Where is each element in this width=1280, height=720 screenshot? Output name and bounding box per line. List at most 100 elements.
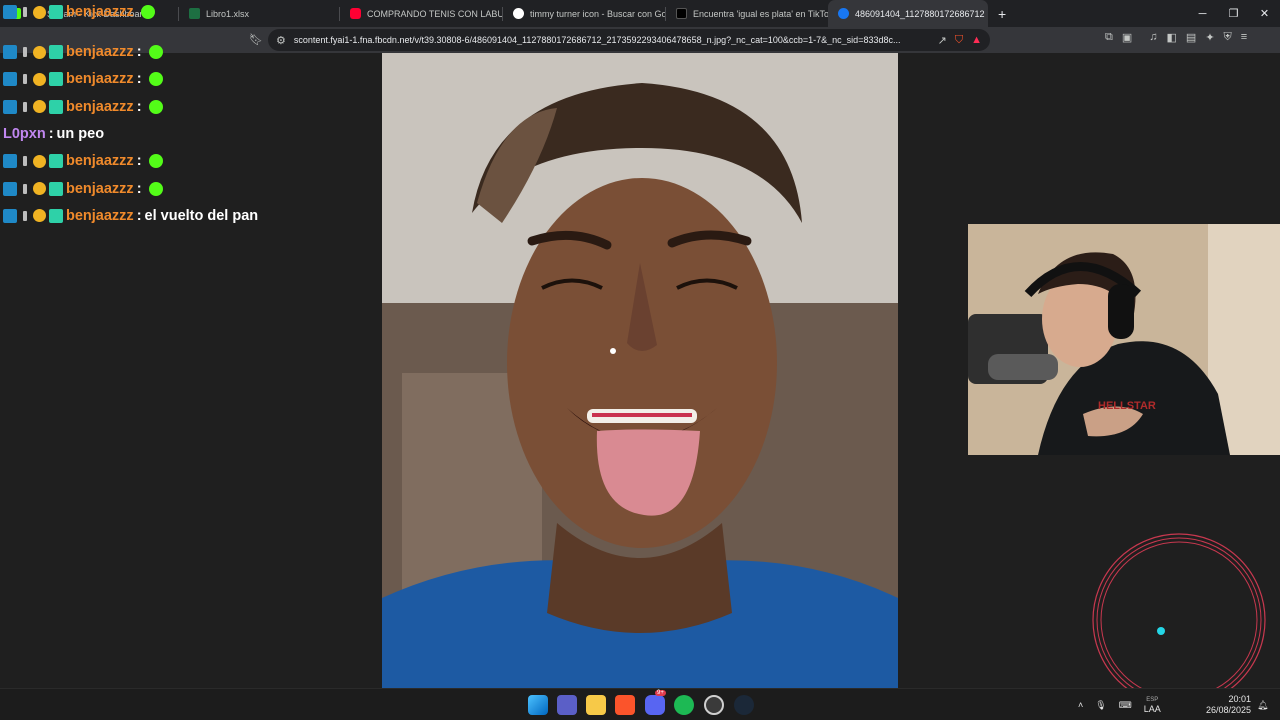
gifter-badge-icon — [49, 154, 63, 169]
restore-button[interactable]: ❐ — [1218, 0, 1249, 27]
chat-username[interactable]: benjaazzz — [66, 71, 134, 87]
media-icon[interactable]: ♫ — [1149, 31, 1157, 44]
chat-message: benjaazzz: — [3, 68, 163, 90]
chat-username[interactable]: benjaazzz — [66, 181, 134, 197]
steam-icon[interactable] — [734, 695, 754, 715]
obs-icon[interactable] — [704, 695, 724, 715]
discord-icon[interactable]: 9+ — [645, 690, 666, 715]
language-indicator[interactable]: ESP LAA — [1144, 696, 1161, 714]
kick-emote-icon — [148, 99, 163, 114]
address-bar[interactable]: ⚙ scontent.fyai1-1.fna.fbcdn.net/v/t39.3… — [268, 29, 990, 51]
browser-toolbar: 🔖︎ ⚙ scontent.fyai1-1.fna.fbcdn.net/v/t3… — [0, 27, 1280, 53]
brave-shields-icon[interactable]: ⛉ — [955, 34, 963, 47]
site-info-icon[interactable]: ⚙ — [276, 34, 286, 47]
subscriber-badge-icon — [33, 154, 46, 168]
moderator-badge-icon — [23, 101, 27, 112]
toolbar-right-icons: ⧉ ▣ ♫ ◧ ▤ ✦ ⛨ ≡ — [1105, 31, 1247, 44]
browser-tab-strip: Stream - Kick Dashboard Libro1.xlsx COMP… — [0, 0, 1280, 27]
tab-label: COMPRANDO TENIS CON LABUBU — [367, 8, 502, 19]
vip-badge-icon — [3, 99, 17, 114]
spotify-icon[interactable] — [674, 695, 694, 715]
moderator-badge-icon — [23, 156, 27, 167]
ring-graphic — [1092, 533, 1266, 707]
chat-separator: : — [136, 153, 142, 170]
language-code: LAA — [1143, 704, 1161, 714]
circle-overlay — [1085, 526, 1273, 714]
kick-emote-icon — [148, 72, 163, 87]
vpn-icon[interactable]: ⛨ — [1224, 31, 1232, 44]
mouse-cursor — [610, 348, 616, 354]
vip-badge-icon — [3, 181, 17, 196]
chat-separator: : — [136, 207, 142, 224]
subscriber-badge-icon — [33, 209, 46, 223]
moderator-badge-icon — [23, 183, 27, 194]
teams-icon[interactable] — [557, 695, 577, 715]
keyboard-icon[interactable]: ⌨ — [1119, 700, 1132, 711]
sidebar-icon[interactable]: ◧ — [1167, 31, 1177, 44]
subscriber-badge-icon — [33, 100, 46, 114]
subscriber-badge-icon — [33, 182, 46, 195]
microphone-icon[interactable]: 🎙︎ — [1095, 700, 1106, 711]
vip-badge-icon — [3, 72, 17, 87]
chat-separator: : — [136, 44, 142, 60]
viewed-image — [382, 53, 898, 688]
webcam-illustration: HELLSTAR — [968, 224, 1280, 455]
url-text[interactable]: scontent.fyai1-1.fna.fbcdn.net/v/t39.308… — [294, 35, 930, 45]
brave-rewards-icon[interactable]: ▲ — [971, 34, 982, 46]
clock-time: 20:01 — [1228, 694, 1251, 704]
chat-separator: : — [136, 98, 142, 115]
gifter-badge-icon — [49, 99, 63, 114]
subscriber-badge-icon — [33, 5, 46, 19]
vip-badge-icon — [3, 208, 17, 223]
screenshot-icon[interactable]: ▣ — [1122, 31, 1132, 44]
menu-icon[interactable]: ≡ — [1241, 31, 1247, 44]
clock-date: 26/08/2025 — [1205, 705, 1251, 715]
chat-text: el vuelto del pan — [144, 207, 259, 224]
subscriber-badge-icon — [33, 45, 46, 59]
page-viewport: benjaazzz benjaazzz: benjaazzz: benjaazzz:… — [0, 4, 1280, 707]
cursor-dot — [1157, 627, 1165, 635]
chevron-up-icon[interactable]: ˄ — [1078, 700, 1083, 710]
kick-emote-icon — [148, 181, 163, 196]
gifter-badge-icon — [49, 72, 63, 87]
chat-message: benjaazzz: el vuelto del pan — [3, 205, 258, 227]
chat-message: benjaazzz: — [3, 41, 163, 63]
clock[interactable]: 20:01 26/08/2025 — [1205, 689, 1251, 720]
wallet-icon[interactable]: ▤ — [1186, 31, 1196, 44]
brave-browser-icon[interactable] — [615, 695, 635, 715]
share-icon[interactable]: ↗ — [938, 34, 947, 47]
file-explorer-icon[interactable] — [586, 695, 606, 715]
tab-google-search[interactable]: timmy turner icon - Buscar con Goo... — [503, 0, 665, 27]
notification-bell-icon[interactable]: 🔔︎ — [1257, 689, 1268, 720]
chat-username[interactable]: L0pxn — [3, 126, 46, 142]
tiktok-icon — [676, 8, 687, 19]
start-button-icon[interactable] — [528, 695, 548, 715]
minimize-button[interactable]: ─ — [1187, 0, 1218, 27]
portrait-illustration — [382, 53, 898, 688]
tab-label: 486091404_1127880172686712 — [855, 8, 985, 19]
tab-youtube-video[interactable]: COMPRANDO TENIS CON LABUBU — [340, 0, 502, 27]
tab-libro1[interactable]: Libro1.xlsx — [179, 0, 339, 27]
chat-separator: : — [136, 71, 142, 88]
chat-username[interactable]: benjaazzz — [66, 153, 134, 169]
close-window-button[interactable]: ✕ — [1249, 0, 1280, 27]
kick-emote-icon — [148, 45, 163, 59]
new-tab-button[interactable]: + — [998, 6, 1006, 22]
chat-separator: : — [136, 180, 142, 197]
tab-tiktok[interactable]: Encuentra 'igual es plata' en TikTok | — [666, 0, 828, 27]
chat-message: L0pxn: un peo — [3, 123, 104, 145]
tab-facebook-image[interactable]: 486091404_1127880172686712 ✕ — [828, 0, 988, 27]
system-tray: ˄ 🎙︎ ⌨ ESP LAA — [1078, 689, 1161, 720]
vip-badge-icon — [3, 154, 17, 169]
gifter-badge-icon — [49, 208, 63, 223]
screen: Stream - Kick Dashboard Libro1.xlsx COMP… — [0, 0, 1280, 720]
chat-username[interactable]: benjaazzz — [66, 208, 134, 224]
leo-ai-icon[interactable]: ✦ — [1205, 31, 1214, 44]
extensions-icon[interactable]: ⧉ — [1105, 31, 1113, 44]
bookmark-icon[interactable]: 🔖︎ — [249, 33, 263, 46]
google-icon — [513, 8, 524, 19]
chat-username[interactable]: benjaazzz — [66, 99, 134, 115]
excel-icon — [189, 8, 200, 19]
chat-text: un peo — [56, 125, 105, 142]
chat-username[interactable]: benjaazzz — [66, 44, 134, 60]
